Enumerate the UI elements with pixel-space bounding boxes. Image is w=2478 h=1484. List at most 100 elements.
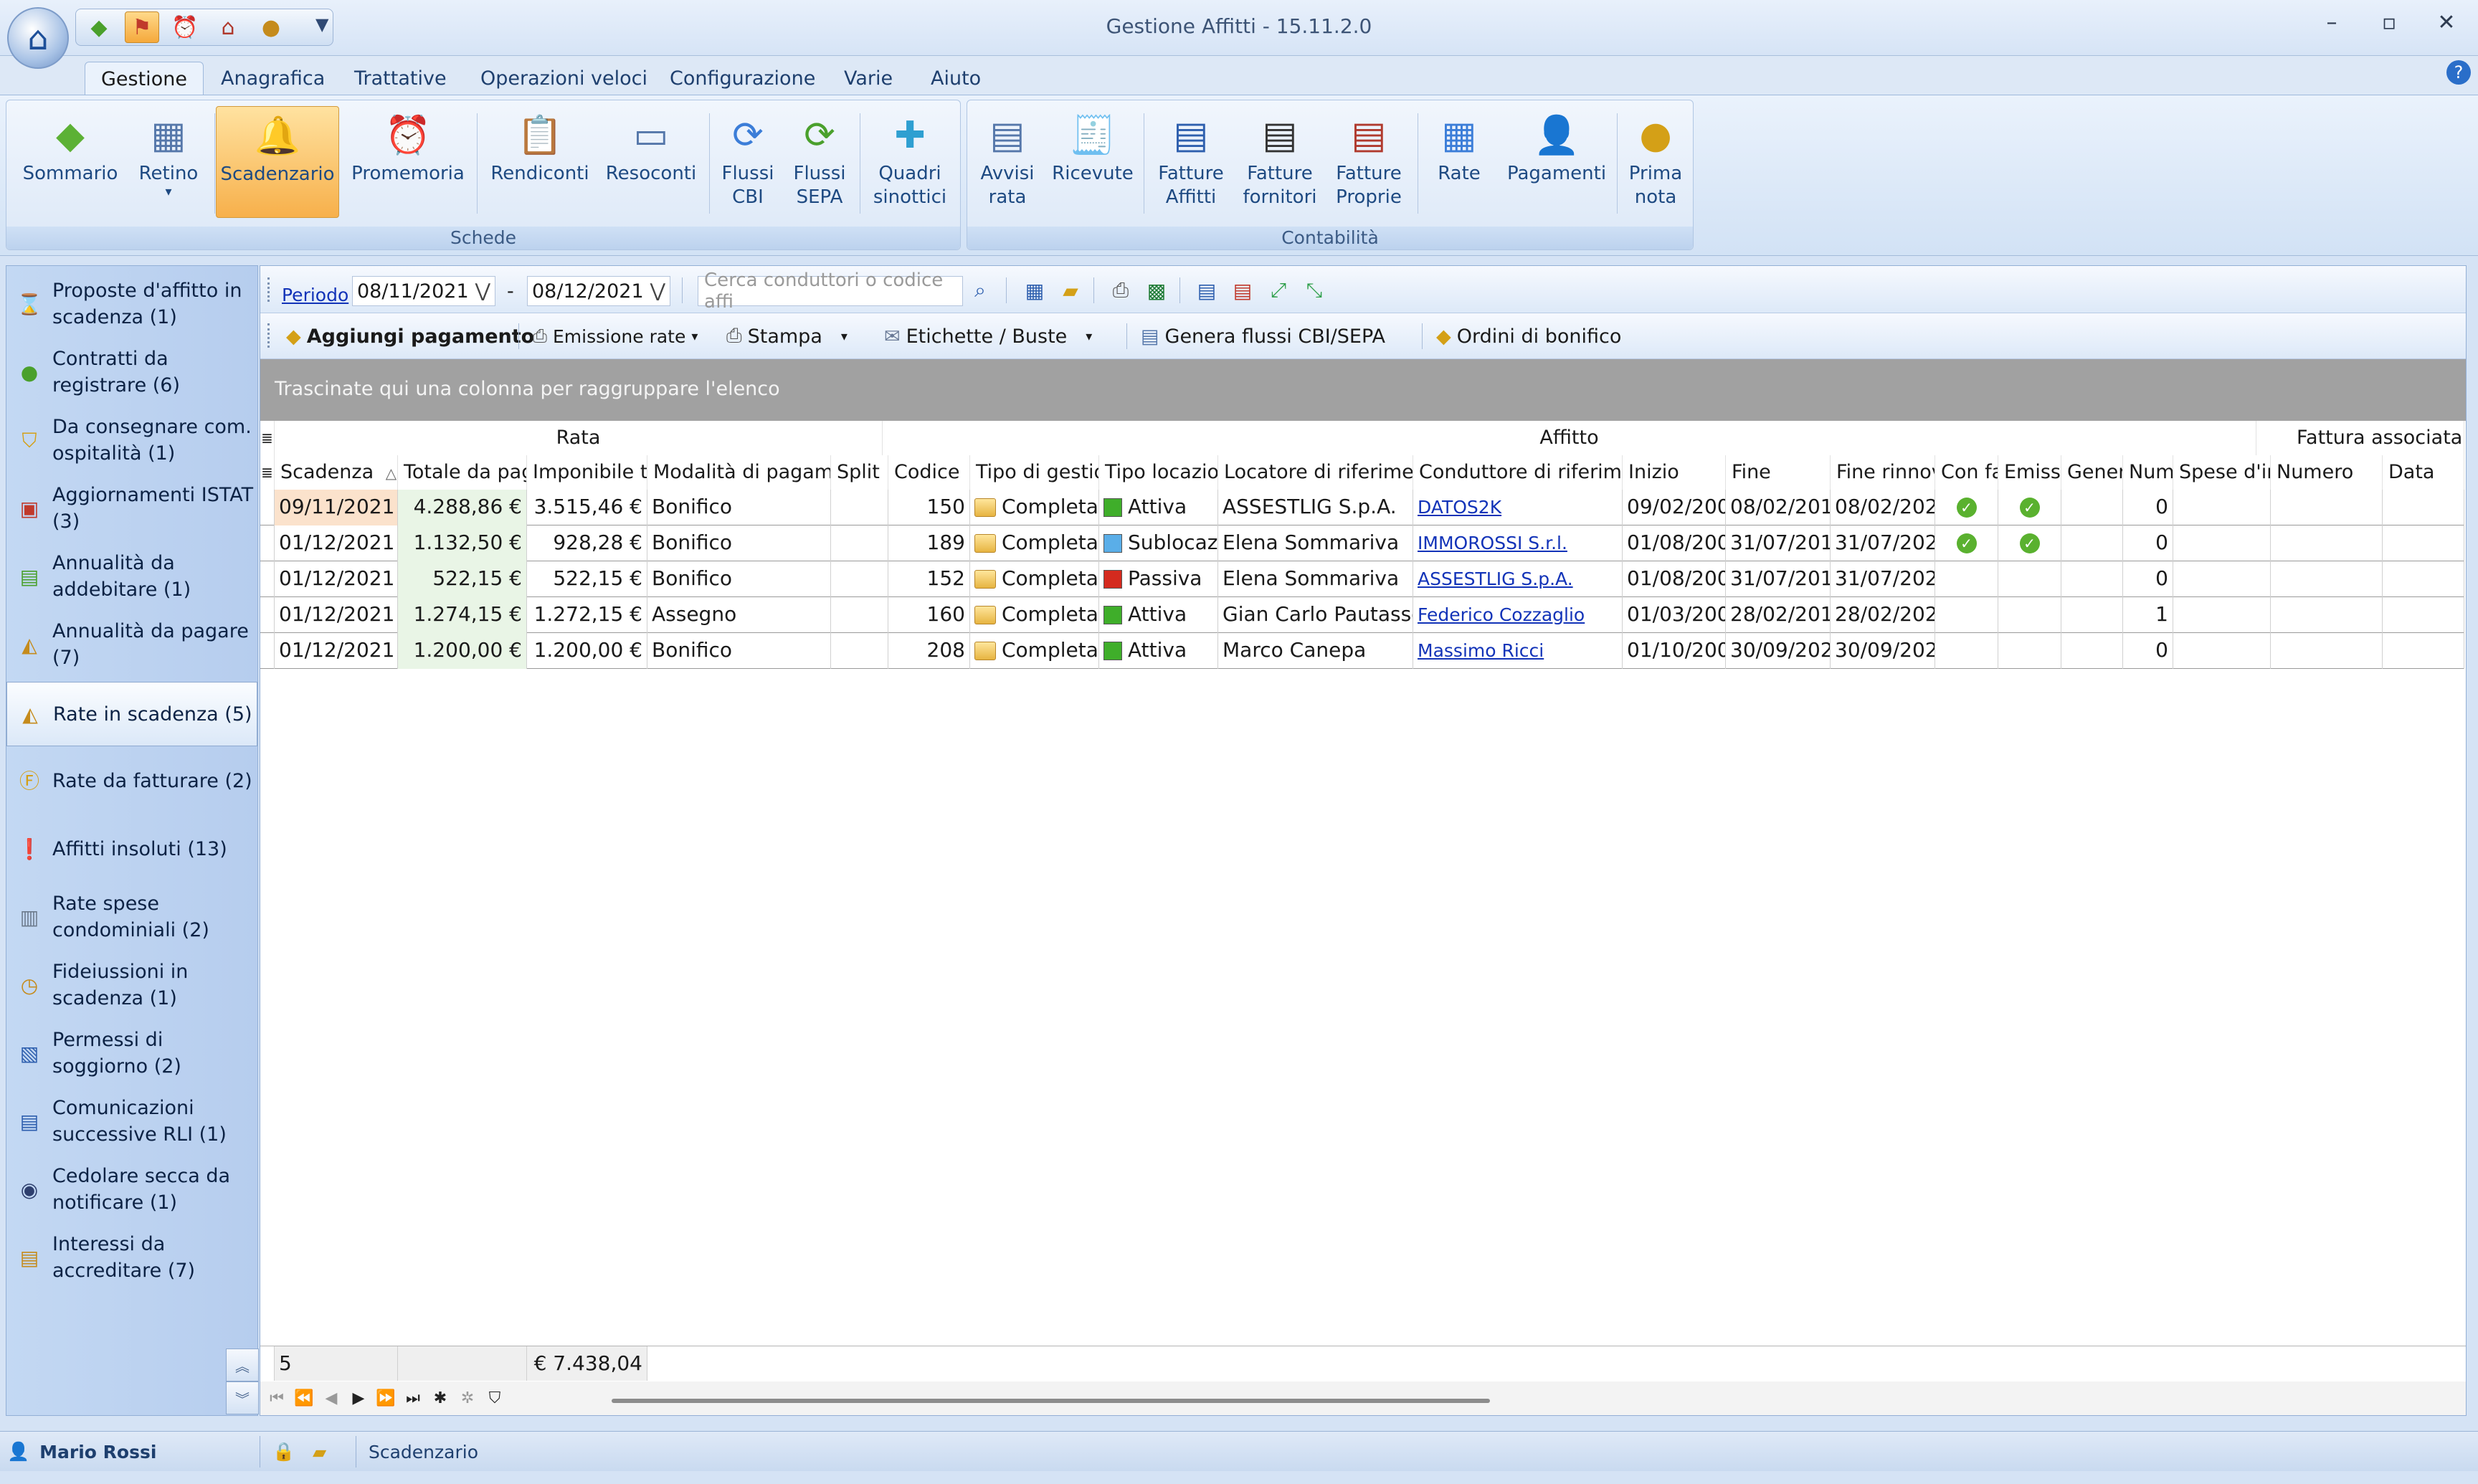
cell-locatore[interactable]: Gian Carlo Pautasso bbox=[1218, 597, 1413, 633]
excel-icon[interactable]: ▩ bbox=[1142, 276, 1171, 305]
col-fattura-numero[interactable]: Numero bbox=[2271, 455, 2383, 490]
col-totale[interactable]: Totale da pag bbox=[398, 455, 527, 490]
col-fattura-data[interactable]: Data bbox=[2383, 455, 2464, 490]
cell-fine[interactable]: 30/09/202 bbox=[1726, 633, 1831, 669]
sidebar-item-insoluti[interactable]: ❗ Affitti insoluti (13) bbox=[6, 817, 259, 881]
tab-varie[interactable]: Varie bbox=[828, 62, 908, 95]
tab-anagrafica[interactable]: Anagrafica bbox=[205, 62, 341, 95]
table-row[interactable]: 01/12/2021 1.200,00 € 1.200,00 € Bonific… bbox=[260, 633, 2464, 669]
col-imponibile[interactable]: Imponibile t bbox=[527, 455, 647, 490]
nav-next-icon[interactable]: ▶ bbox=[346, 1387, 371, 1411]
conduttore-link[interactable]: Massimo Ricci bbox=[1418, 640, 1544, 661]
cell-fattura-numero[interactable] bbox=[2271, 597, 2383, 633]
tab-configurazione[interactable]: Configurazione bbox=[654, 62, 831, 95]
cell-fattura-numero[interactable] bbox=[2271, 525, 2383, 561]
cell-inizio[interactable]: 01/08/200 bbox=[1623, 561, 1726, 597]
rendiconti-button[interactable]: 📋 Rendiconti bbox=[483, 106, 597, 218]
tab-trattative[interactable]: Trattative bbox=[338, 62, 462, 95]
col-spese[interactable]: Spese d'ir bbox=[2173, 455, 2271, 490]
cell-imponibile[interactable]: 3.515,46 € bbox=[527, 490, 647, 525]
band-fattura-associata[interactable]: Fattura associata bbox=[2256, 421, 2464, 455]
col-tipo-gestione[interactable]: Tipo di gestio bbox=[970, 455, 1099, 490]
cell-fine[interactable]: 08/02/201 bbox=[1726, 490, 1831, 525]
cell-tipo-gestione[interactable]: Completa bbox=[970, 490, 1099, 525]
search-icon[interactable]: ⌕ bbox=[966, 276, 994, 305]
pagamenti-button[interactable]: 👤 Pagamenti bbox=[1499, 106, 1614, 218]
horizontal-scrollbar[interactable] bbox=[612, 1399, 1490, 1403]
nav-first-icon[interactable]: ⏮ bbox=[265, 1387, 289, 1411]
cell-tipo-gestione[interactable]: Completa bbox=[970, 597, 1099, 633]
cell-fine-rinnovo[interactable]: 28/02/202 bbox=[1831, 597, 1935, 633]
cell-split[interactable] bbox=[831, 490, 888, 525]
cell-conduttore[interactable]: Massimo Ricci bbox=[1413, 633, 1623, 669]
collapse-all-icon[interactable]: ⤡ bbox=[1300, 276, 1329, 305]
maximize-button[interactable]: ▫ bbox=[2368, 10, 2411, 35]
sidebar-scroll-down-icon[interactable]: ︾ bbox=[226, 1381, 259, 1414]
cell-numero-avvisi[interactable]: 0 bbox=[2123, 561, 2173, 597]
periodo-link[interactable]: Periodo bbox=[282, 285, 348, 305]
resoconti-button[interactable]: ▭ Resoconti bbox=[597, 106, 705, 218]
cell-tipo-locazione[interactable]: Attiva bbox=[1099, 633, 1218, 669]
cell-codice[interactable]: 208 bbox=[888, 633, 970, 669]
edit-list-icon[interactable]: ▦ bbox=[1020, 276, 1049, 305]
cell-conduttore[interactable]: ASSESTLIG S.p.A. bbox=[1413, 561, 1623, 597]
sidebar-scroll-up-icon[interactable]: ︽ bbox=[226, 1349, 259, 1381]
search-input[interactable]: Cerca conduttori o codice affi bbox=[698, 270, 963, 313]
cell-fattura-numero[interactable] bbox=[2271, 633, 2383, 669]
group-by-area[interactable]: Trascinate qui una colonna per raggruppa… bbox=[260, 359, 2466, 421]
cell-con-fattura[interactable] bbox=[1935, 561, 1998, 597]
col-numero-avvisi[interactable]: Num bbox=[2123, 455, 2173, 490]
cell-totale[interactable]: 1.200,00 € bbox=[398, 633, 527, 669]
cell-fine-rinnovo[interactable]: 08/02/202 bbox=[1831, 490, 1935, 525]
cell-fattura-data[interactable] bbox=[2383, 597, 2464, 633]
cell-fattura-numero[interactable] bbox=[2271, 561, 2383, 597]
table-row[interactable]: 01/12/2021 522,15 € 522,15 € Bonifico 15… bbox=[260, 561, 2464, 597]
scadenzario-button[interactable]: 🔔 Scadenzario bbox=[216, 106, 339, 218]
cell-modalita[interactable]: Assegno bbox=[647, 597, 831, 633]
aggiungi-pagamento-button[interactable]: ◆ Aggiungi pagamento bbox=[286, 322, 534, 351]
sidebar-item-ospitalita[interactable]: ⛉ Da consegnare com. ospitalità (1) bbox=[6, 408, 259, 472]
cell-split[interactable] bbox=[831, 633, 888, 669]
col-split[interactable]: Split | bbox=[831, 455, 888, 490]
cell-totale[interactable]: 1.274,15 € bbox=[398, 597, 527, 633]
col-fine-rinnovo[interactable]: Fine rinnov bbox=[1831, 455, 1935, 490]
fatture-affitti-button[interactable]: ▤ Fatture Affitti bbox=[1148, 106, 1234, 218]
cell-spese[interactable] bbox=[2173, 633, 2271, 669]
cell-generata[interactable] bbox=[2061, 525, 2123, 561]
cell-imponibile[interactable]: 522,15 € bbox=[527, 561, 647, 597]
cell-spese[interactable] bbox=[2173, 597, 2271, 633]
cell-tipo-gestione[interactable]: Completa bbox=[970, 633, 1099, 669]
col-generata[interactable]: Gener bbox=[2061, 455, 2123, 490]
date-from-dropdown-icon[interactable]: ⋁ bbox=[475, 280, 490, 302]
cell-generata[interactable] bbox=[2061, 597, 2123, 633]
cell-inizio[interactable]: 01/03/200 bbox=[1623, 597, 1726, 633]
col-fine[interactable]: Fine bbox=[1726, 455, 1831, 490]
date-to-field[interactable]: 08/12/2021 ⋁ bbox=[527, 276, 670, 306]
date-to-dropdown-icon[interactable]: ⋁ bbox=[650, 280, 665, 302]
cell-imponibile[interactable]: 1.200,00 € bbox=[527, 633, 647, 669]
cell-generata[interactable] bbox=[2061, 633, 2123, 669]
cell-split[interactable] bbox=[831, 597, 888, 633]
col-modalita[interactable]: Modalità di pagame bbox=[647, 455, 831, 490]
cell-imponibile[interactable]: 1.272,15 € bbox=[527, 597, 647, 633]
cell-inizio[interactable]: 09/02/200 bbox=[1623, 490, 1726, 525]
cell-locatore[interactable]: Marco Canepa bbox=[1218, 633, 1413, 669]
nav-prev-icon[interactable]: ◀ bbox=[319, 1387, 343, 1411]
cell-con-fattura[interactable]: ✓ bbox=[1935, 525, 1998, 561]
cell-modalita[interactable]: Bonifico bbox=[647, 525, 831, 561]
cell-modalita[interactable]: Bonifico bbox=[647, 633, 831, 669]
ricevute-button[interactable]: 🧾 Ricevute bbox=[1046, 106, 1139, 218]
col-emissione[interactable]: Emissi bbox=[1998, 455, 2061, 490]
cell-tipo-locazione[interactable]: Attiva bbox=[1099, 597, 1218, 633]
ordini-bonifico-button[interactable]: ◆ Ordini di bonifico bbox=[1436, 322, 1621, 351]
sidebar-item-comunicazioni[interactable]: ▤ Comunicazioni successive RLI (1) bbox=[6, 1089, 259, 1154]
col-scadenza[interactable]: Scadenza △ bbox=[275, 455, 398, 490]
close-button[interactable]: ✕ bbox=[2425, 10, 2468, 35]
cell-numero-avvisi[interactable]: 1 bbox=[2123, 597, 2173, 633]
emissione-rate-button[interactable]: ⎙ Emissione rate ▾ bbox=[533, 322, 698, 351]
sidebar-item-spese-condominiali[interactable]: ▥ Rate spese condominiali (2) bbox=[6, 885, 259, 949]
fatture-proprie-button[interactable]: ▤ Fatture Proprie bbox=[1326, 106, 1412, 218]
minimize-button[interactable]: – bbox=[2310, 10, 2353, 35]
table-row[interactable]: 09/11/2021 4.288,86 € 3.515,46 € Bonific… bbox=[260, 490, 2464, 525]
cell-codice[interactable]: 152 bbox=[888, 561, 970, 597]
